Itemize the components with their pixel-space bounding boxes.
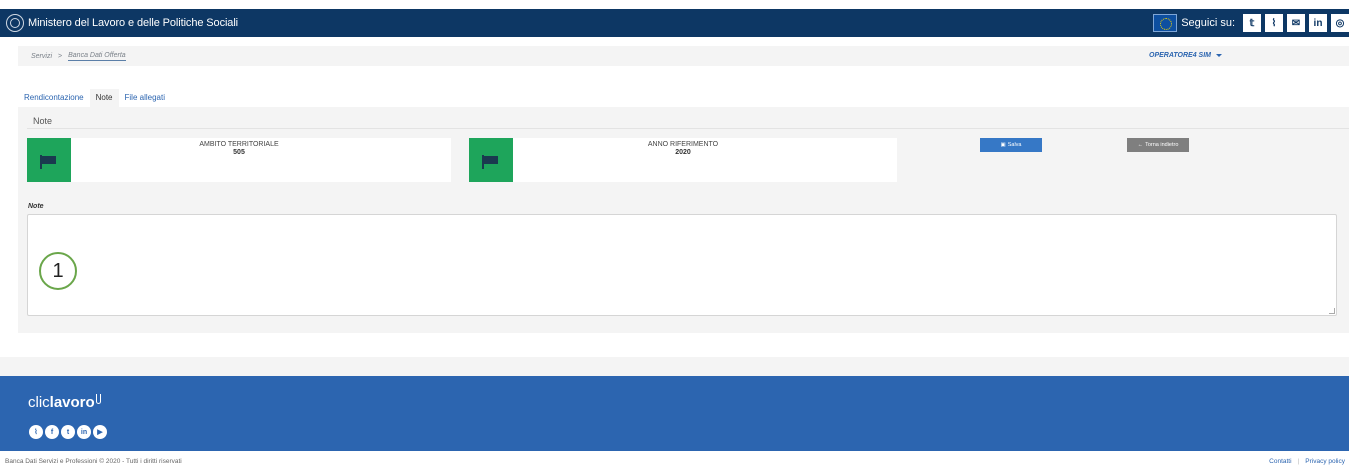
back-button[interactable]: ← Torna indietro bbox=[1127, 138, 1189, 152]
instagram-icon[interactable]: ◎ bbox=[1331, 14, 1349, 32]
ambito-territoriale-card: AMBITO TERRITORIALE 505 bbox=[27, 138, 451, 182]
tab-file-allegati[interactable]: File allegati bbox=[119, 89, 171, 107]
top-header: Ministero del Lavoro e delle Politiche S… bbox=[0, 9, 1349, 37]
linkedin-icon[interactable]: in bbox=[1309, 14, 1327, 32]
twitter-icon[interactable]: 𝕥 bbox=[1243, 14, 1261, 32]
contatti-link[interactable]: Contatti bbox=[1269, 458, 1291, 465]
note-panel: Note AMBITO TERRITORIALE 505 ANNO RIFERI… bbox=[18, 107, 1349, 333]
save-button[interactable]: ▣ Salva bbox=[980, 138, 1042, 152]
anno-riferimento-card: ANNO RIFERIMENTO 2020 bbox=[469, 138, 897, 182]
link-separator: | bbox=[1297, 458, 1300, 465]
cliclavoro-logo[interactable]: cliclavoro bbox=[28, 394, 101, 411]
tab-rendicontazione[interactable]: Rendicontazione bbox=[18, 89, 90, 107]
arrow-left-icon: ← bbox=[1137, 142, 1144, 148]
chevron-down-icon bbox=[1215, 53, 1222, 57]
header-social: Seguici su: 𝕥 ⌇ ✉ in ◎ bbox=[1153, 9, 1349, 37]
breadcrumb-separator: > bbox=[58, 52, 63, 60]
divider bbox=[27, 128, 1349, 129]
tab-note[interactable]: Note bbox=[89, 89, 119, 107]
step-marker: 1 bbox=[39, 252, 77, 290]
ministry-name[interactable]: Ministero del Lavoro e delle Politiche S… bbox=[28, 17, 238, 29]
eu-flag-icon bbox=[1153, 14, 1178, 32]
breadcrumb: Servizi > Banca Dati Offerta bbox=[31, 52, 126, 61]
note-field-label: Note bbox=[28, 203, 44, 210]
card-value: 505 bbox=[233, 149, 245, 156]
copyright: Banca Dati Servizi e Professioni © 2020 … bbox=[5, 458, 182, 465]
back-button-label: Torna indietro bbox=[1145, 142, 1179, 148]
republic-emblem-icon bbox=[6, 14, 24, 32]
footer: cliclavoro ⌇ f t in ▶ bbox=[0, 376, 1349, 451]
rss-icon[interactable]: ⌇ bbox=[1265, 14, 1283, 32]
note-textarea[interactable] bbox=[27, 214, 1337, 316]
breadcrumb-bar: Servizi > Banca Dati Offerta OPERATORE4 … bbox=[18, 46, 1349, 66]
breadcrumb-item-banca-dati-offerta[interactable]: Banca Dati Offerta bbox=[68, 52, 126, 61]
footer-social: ⌇ f t in ▶ bbox=[29, 425, 109, 439]
breadcrumb-item-servizi[interactable]: Servizi bbox=[31, 53, 52, 60]
card-label: AMBITO TERRITORIALE bbox=[199, 141, 279, 148]
card-label: ANNO RIFERIMENTO bbox=[647, 141, 719, 148]
panel-title: Note bbox=[33, 116, 53, 126]
email-icon[interactable]: ✉ bbox=[1287, 14, 1305, 32]
prefooter bbox=[0, 357, 1349, 376]
save-icon: ▣ bbox=[1000, 142, 1006, 148]
user-name: OPERATORE4 SIM bbox=[1149, 51, 1211, 59]
user-menu[interactable]: OPERATORE4 SIM bbox=[1149, 46, 1222, 64]
hook-icon bbox=[95, 394, 101, 404]
card-value: 2020 bbox=[675, 149, 691, 156]
footer-links: Contatti | Privacy policy bbox=[1269, 458, 1345, 465]
follow-label: Seguici su: bbox=[1181, 17, 1235, 29]
save-button-label: Salva bbox=[1007, 142, 1022, 148]
resize-handle-icon[interactable] bbox=[1329, 308, 1335, 314]
privacy-policy-link[interactable]: Privacy policy bbox=[1305, 458, 1345, 465]
linkedin-icon[interactable]: in bbox=[77, 425, 91, 439]
rss-icon[interactable]: ⌇ bbox=[29, 425, 43, 439]
twitter-icon[interactable]: t bbox=[61, 425, 75, 439]
youtube-icon[interactable]: ▶ bbox=[93, 425, 107, 439]
tab-bar: Rendicontazione Note File allegati bbox=[18, 87, 171, 107]
facebook-icon[interactable]: f bbox=[45, 425, 59, 439]
